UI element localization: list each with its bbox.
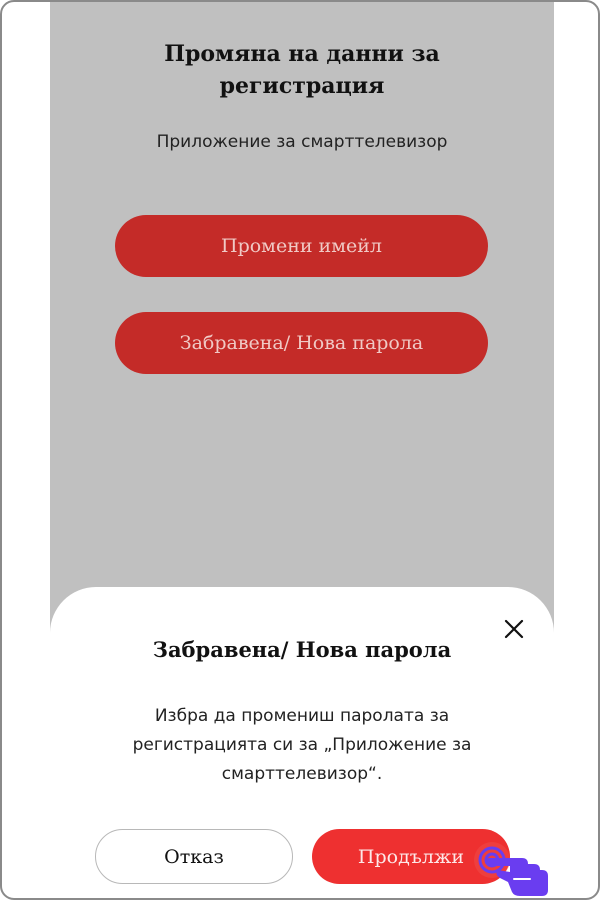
cancel-button[interactable]: Отказ bbox=[95, 829, 293, 884]
page-title: Промяна на данни за регистрация bbox=[164, 41, 440, 99]
dialog-message: Избра да промениш паролата за регистраци… bbox=[132, 706, 472, 784]
app-frame: Промяна на данни за регистрация Приложен… bbox=[0, 0, 600, 900]
change-email-button[interactable]: Промени имейл bbox=[115, 215, 488, 277]
hand-pointer-icon bbox=[474, 842, 548, 896]
page-subtitle: Приложение за смарттелевизор bbox=[156, 132, 448, 152]
dialog-title: Забравена/ Нова парола bbox=[152, 637, 452, 662]
forgot-password-button[interactable]: Забравена/ Нова парола bbox=[115, 312, 488, 374]
